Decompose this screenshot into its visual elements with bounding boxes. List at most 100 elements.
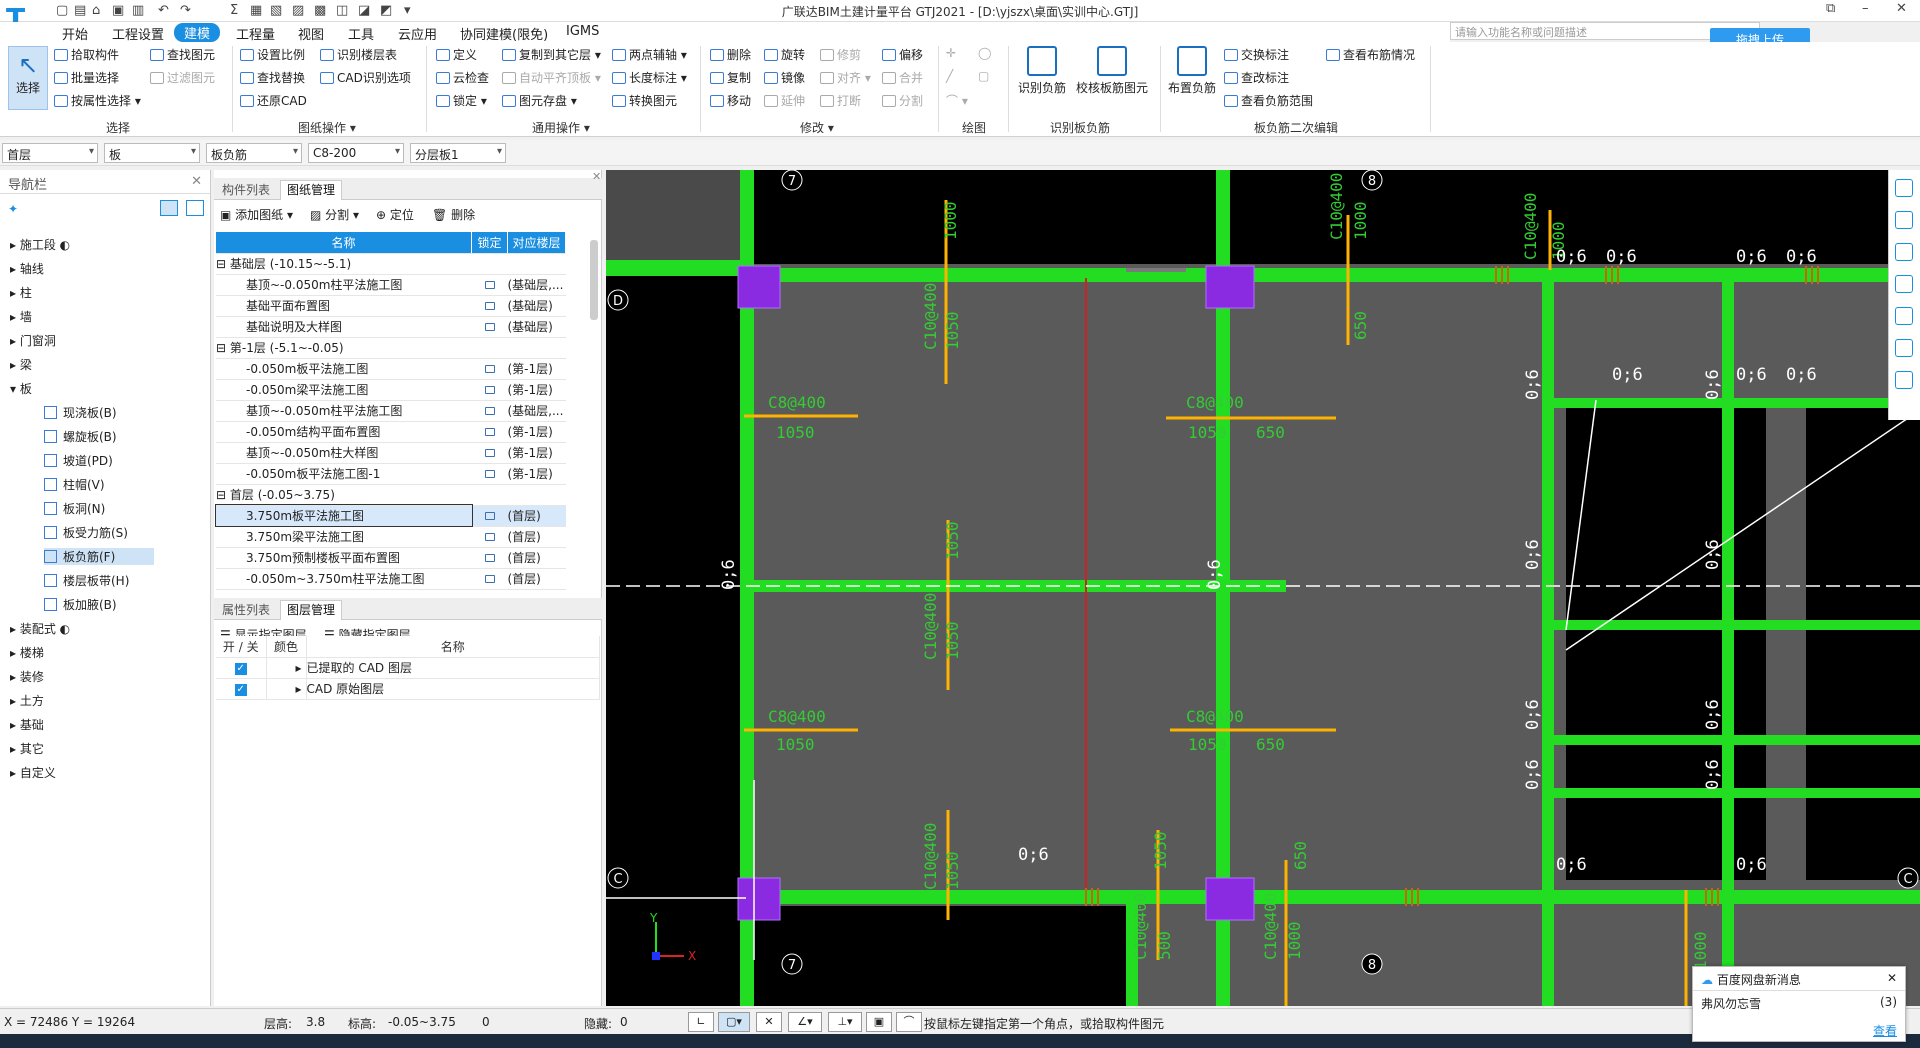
nav-sub-negative-rebar[interactable]: 板负筋(F) bbox=[44, 548, 154, 565]
filter-button[interactable]: 过滤图元 bbox=[150, 69, 215, 86]
table-row[interactable]: -0.050m结构平面布置图 (第-1层) bbox=[216, 421, 566, 443]
menu-view[interactable]: 视图 bbox=[298, 24, 324, 43]
redo-icon[interactable]: ↷ bbox=[180, 3, 191, 18]
nav-sub-ramp[interactable]: 坡道(PD) bbox=[44, 452, 113, 469]
tab-layer-manager[interactable]: 图层管理 bbox=[280, 600, 343, 620]
restore-cad-button[interactable]: 还原CAD bbox=[240, 92, 307, 109]
notify-body[interactable]: 弗风勿忘雪 (3) bbox=[1693, 991, 1905, 1016]
draw-rect-icon[interactable]: ▢ bbox=[978, 69, 989, 83]
menu-igms[interactable]: IGMS bbox=[566, 24, 599, 39]
drawing-canvas[interactable]: 1000 C10@400 1050 C8@400 1050 C8@400 105… bbox=[606, 170, 1920, 1006]
check-rebar-button[interactable]: 校核板筋图元 bbox=[1074, 46, 1150, 96]
nav-sub-spiral-slab[interactable]: 螺旋板(B) bbox=[44, 428, 117, 445]
new-file-icon[interactable]: ▢ bbox=[56, 3, 68, 18]
nav-sub-slab-strip[interactable]: 楼层板带(H) bbox=[44, 572, 129, 589]
rotate-view-icon[interactable] bbox=[1895, 179, 1913, 197]
save-icon[interactable]: ▣ bbox=[112, 3, 124, 18]
swap-label-button[interactable]: 交换标注 bbox=[1224, 46, 1289, 63]
menu-project-settings[interactable]: 工程设置 bbox=[112, 24, 164, 43]
nav-sub-slab-rebar[interactable]: 板受力筋(S) bbox=[44, 524, 128, 541]
table-row[interactable]: 基顶~-0.050m柱平法施工图 (基础层,... bbox=[216, 400, 566, 422]
table-row[interactable]: 基础说明及大样图 (基础层) bbox=[216, 316, 566, 338]
nav-item-foundation[interactable]: ▸ 基础 bbox=[10, 716, 44, 733]
draw-point-icon[interactable]: ✛ bbox=[946, 46, 956, 60]
layer-select[interactable]: 分层板1 bbox=[410, 143, 506, 163]
table-row[interactable]: 基础平面布置图 (基础层) bbox=[216, 295, 566, 317]
nav-item-custom[interactable]: ▸ 自定义 bbox=[10, 764, 56, 781]
curve-icon[interactable]: ⌒ bbox=[896, 1012, 922, 1032]
2d-view-icon[interactable] bbox=[1895, 243, 1913, 261]
delete-button[interactable]: 删除 bbox=[710, 46, 751, 63]
table-row[interactable]: 基顶~-0.050m柱大样图 (第-1层) bbox=[216, 442, 566, 464]
draw-arc-icon[interactable]: ⌒ ▾ bbox=[946, 92, 968, 109]
align-button[interactable]: 对齐 ▾ bbox=[820, 69, 871, 86]
nav-item-decor[interactable]: ▸ 装修 bbox=[10, 668, 44, 685]
find-button[interactable]: 查找图元 bbox=[150, 46, 215, 63]
tool-icon-4[interactable]: ▩ bbox=[314, 3, 326, 18]
tool-icon-7[interactable]: ◩ bbox=[380, 3, 392, 18]
close-icon[interactable]: ✕ bbox=[1896, 1, 1907, 16]
angle-icon[interactable]: ∠▾ bbox=[788, 1012, 822, 1032]
nav-item-wall[interactable]: ▸ 墙 bbox=[10, 308, 32, 325]
dim-icon[interactable]: ⊥▾ bbox=[828, 1012, 862, 1032]
batch-select-button[interactable]: 批量选择 bbox=[54, 69, 119, 86]
cube-view-icon[interactable] bbox=[1895, 275, 1913, 293]
offset-button[interactable]: 偏移 bbox=[882, 46, 923, 63]
component-select[interactable]: C8-200 bbox=[308, 143, 404, 163]
nav-item-other[interactable]: ▸ 其它 bbox=[10, 740, 44, 757]
nav-item-door-window[interactable]: ▸ 门窗洞 bbox=[10, 332, 56, 349]
scrollbar[interactable] bbox=[590, 240, 598, 320]
select-button[interactable]: ↖ 选择 bbox=[8, 46, 48, 110]
type-select[interactable]: 板负筋 bbox=[206, 143, 302, 163]
nav-sub-cast-slab[interactable]: 现浇板(B) bbox=[44, 404, 117, 421]
nav-item-earthwork[interactable]: ▸ 土方 bbox=[10, 692, 44, 709]
replace-button[interactable]: 查找替换 bbox=[240, 69, 305, 86]
tab-drawing-manager[interactable]: 图纸管理 bbox=[280, 180, 343, 200]
table-row[interactable]: -0.050m板平法施工图 (第-1层) bbox=[216, 358, 566, 380]
move-button[interactable]: 移动 bbox=[710, 92, 751, 109]
saveas-icon[interactable]: ▥ bbox=[132, 3, 144, 18]
select-by-attr-button[interactable]: 按属性选择 ▾ bbox=[54, 92, 141, 109]
group-row[interactable]: ⊟ 首层 (-0.05~3.75) bbox=[216, 484, 566, 506]
nav-item-stage[interactable]: ▸ 施工段 ◐ bbox=[10, 236, 70, 253]
nav-item-column[interactable]: ▸ 柱 bbox=[10, 284, 32, 301]
tool-icon-2[interactable]: ▧ bbox=[270, 3, 282, 18]
minimize-icon[interactable]: – bbox=[1862, 1, 1869, 16]
tab-properties[interactable]: 属性列表 bbox=[216, 601, 276, 618]
table-row[interactable]: -0.050m~3.750m柱平法施工图 (首层) bbox=[216, 568, 566, 590]
group-row[interactable]: ⊟ 第-1层 (-5.1~-0.05) bbox=[216, 337, 566, 359]
split-button[interactable]: 分割 bbox=[882, 92, 923, 109]
tab-component-list[interactable]: 构件列表 bbox=[216, 181, 276, 198]
detail-view-icon[interactable] bbox=[186, 200, 204, 216]
tool-icon-6[interactable]: ◪ bbox=[358, 3, 370, 18]
extend-button[interactable]: 延伸 bbox=[764, 92, 805, 109]
group-row[interactable]: ⊟ 基础层 (-10.15~-5.1) bbox=[216, 253, 566, 275]
menu-cloud[interactable]: 云应用 bbox=[398, 24, 437, 43]
table-row[interactable]: 基顶~-0.050m柱平法施工图 (基础层,... bbox=[216, 274, 566, 296]
layer-row[interactable]: ✓ ▸ CAD 原始图层 bbox=[216, 678, 600, 700]
display-icon[interactable]: ▣ bbox=[866, 1012, 892, 1032]
menu-modeling[interactable]: 建模 bbox=[174, 23, 221, 42]
nav-item-slab[interactable]: ▾ 板 bbox=[10, 380, 32, 397]
fullscreen-icon[interactable] bbox=[1895, 307, 1913, 325]
menu-start[interactable]: 开始 bbox=[62, 24, 88, 43]
tool-icon-5[interactable]: ◫ bbox=[336, 3, 348, 18]
auto-flat-button[interactable]: 自动平齐顶板 ▾ bbox=[502, 69, 601, 86]
floor-select[interactable]: 首层 bbox=[2, 143, 98, 163]
table-row[interactable]: 3.750m预制楼板平面布置图 (首层) bbox=[216, 547, 566, 569]
sum-icon[interactable]: Σ bbox=[230, 3, 238, 18]
notify-close-icon[interactable]: ✕ bbox=[1887, 971, 1897, 985]
nav-pin-icon[interactable]: ✦ bbox=[8, 202, 18, 216]
menu-collab[interactable]: 协同建模(限免) bbox=[460, 24, 548, 43]
notes-icon[interactable] bbox=[1895, 371, 1913, 389]
tool-icon-3[interactable]: ▨ bbox=[292, 3, 304, 18]
open-icon[interactable]: ⌂ bbox=[92, 3, 100, 18]
nav-sub-column-cap[interactable]: 柱帽(V) bbox=[44, 476, 105, 493]
two-point-axis-button[interactable]: 两点辅轴 ▾ bbox=[612, 46, 687, 63]
snap-icon[interactable]: ▢▾ bbox=[718, 1012, 750, 1032]
restore-icon[interactable]: ⧉ bbox=[1826, 1, 1835, 16]
view-range-button[interactable]: 查看负筋范围 bbox=[1224, 92, 1313, 109]
list-view-icon[interactable] bbox=[160, 200, 178, 216]
check-label-button[interactable]: 查改标注 bbox=[1224, 69, 1289, 86]
menu-tools[interactable]: 工具 bbox=[348, 24, 374, 43]
